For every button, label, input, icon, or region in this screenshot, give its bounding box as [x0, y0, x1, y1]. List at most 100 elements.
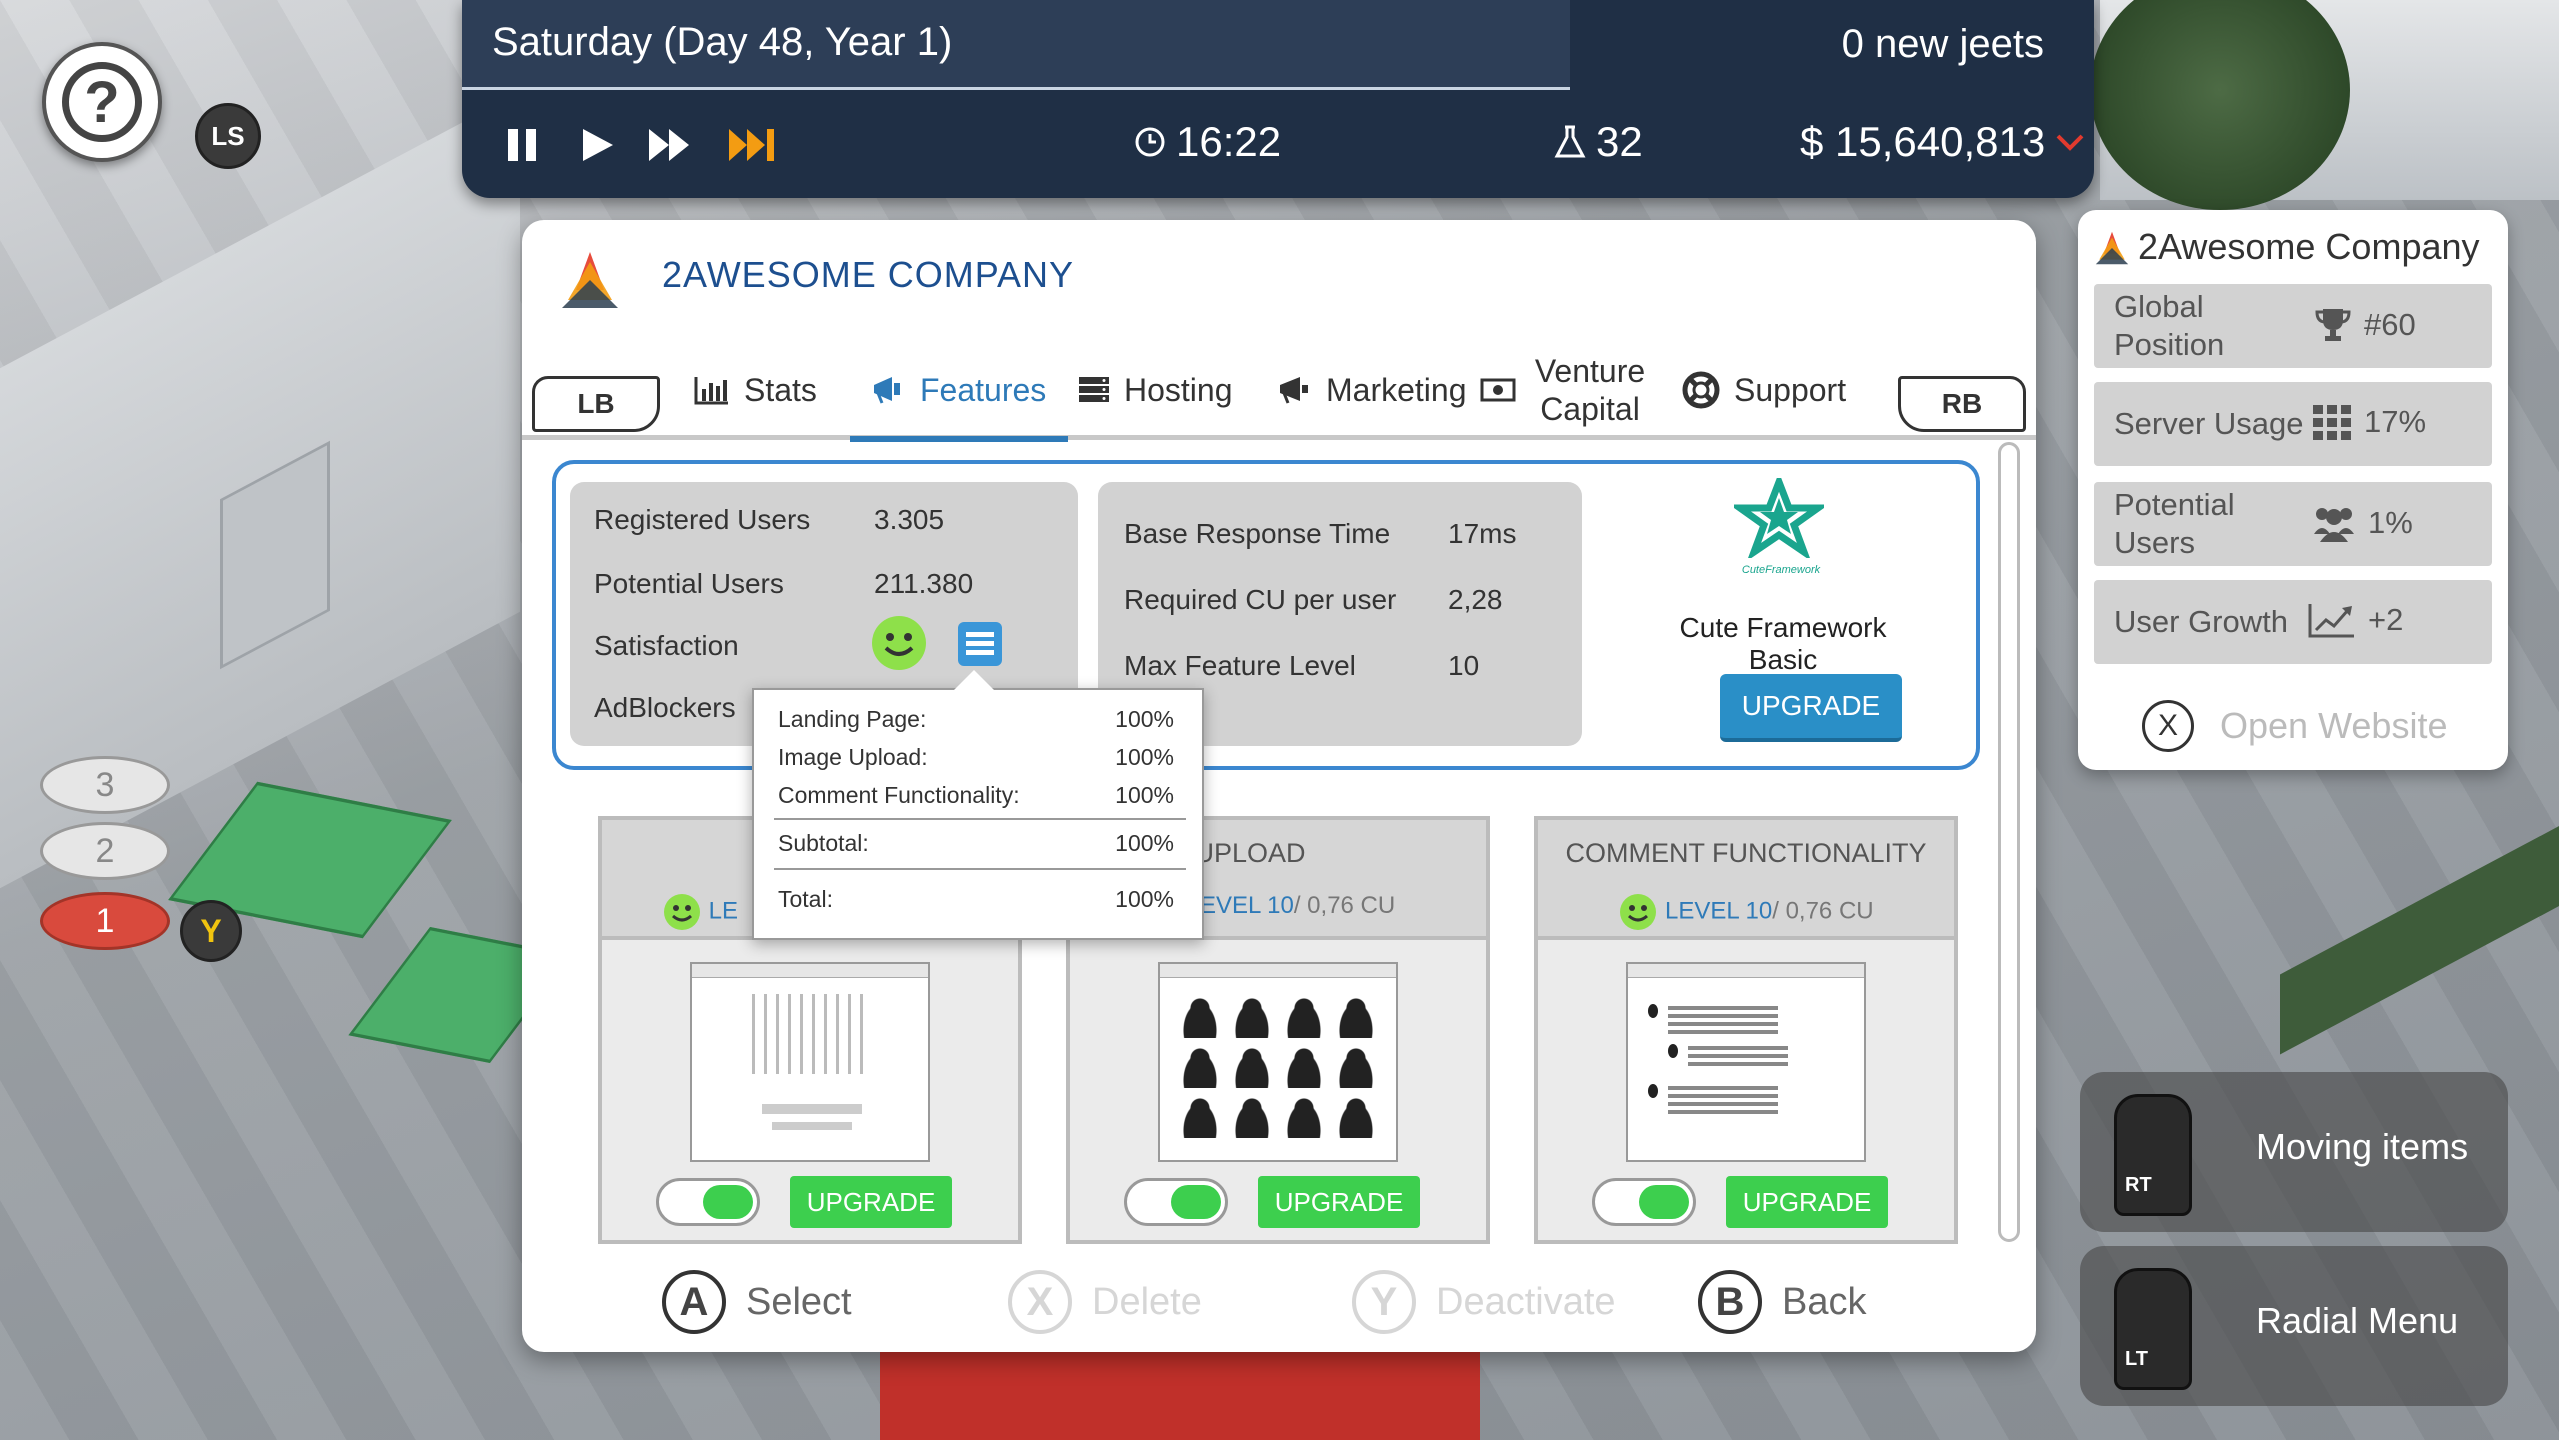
- back-action[interactable]: B Back: [1698, 1270, 1866, 1334]
- panel-scrollbar[interactable]: [1998, 442, 2020, 1242]
- fastest-forward-button[interactable]: [727, 120, 777, 170]
- fast-forward-button[interactable]: [647, 120, 691, 170]
- y-button-badge: Y: [180, 900, 242, 962]
- chevron-down-icon: [2056, 134, 2084, 151]
- global-position-value: #60: [2364, 307, 2416, 342]
- tab-hosting[interactable]: Hosting: [1078, 340, 1233, 440]
- feature-toggle[interactable]: [1592, 1178, 1696, 1226]
- toggle-knob: [1639, 1185, 1689, 1219]
- a-button-icon: A: [662, 1270, 726, 1334]
- feature-card-header: COMMENT FUNCTIONALITY LEVEL 10/ 0,76 CU: [1538, 820, 1954, 940]
- tooltip-row-label: Landing Page:: [778, 706, 927, 732]
- rt-trigger-label: RT: [2125, 1174, 2152, 1196]
- fastest-forward-icon: [729, 129, 774, 161]
- users-group-icon: [2314, 508, 2354, 542]
- tab-venture-capital-label: Venture Capital: [1534, 353, 1646, 427]
- new-jeets-count: 0 new jeets: [1841, 22, 2044, 66]
- feature-upgrade-button[interactable]: UPGRADE: [1258, 1176, 1420, 1228]
- list-icon: [966, 632, 994, 655]
- feature-card-comment-functionality[interactable]: COMMENT FUNCTIONALITY LEVEL 10/ 0,76 CU …: [1534, 816, 1958, 1244]
- feature-level: LE: [662, 892, 738, 932]
- tooltip-row-label: Comment Functionality:: [778, 782, 1020, 808]
- delete-action[interactable]: X Delete: [1008, 1270, 1202, 1334]
- growth-chart-icon: [2308, 604, 2354, 638]
- tab-stats[interactable]: Stats: [694, 340, 817, 440]
- satisfaction-details-button[interactable]: [958, 622, 1002, 666]
- feature-level-number: LE: [708, 897, 739, 925]
- tab-features[interactable]: Features: [872, 340, 1046, 440]
- floor-button-3[interactable]: 3: [40, 756, 170, 814]
- tab-hosting-label: Hosting: [1124, 371, 1233, 408]
- tab-features-label: Features: [920, 371, 1047, 408]
- deactivate-action-label: Deactivate: [1436, 1280, 1616, 1323]
- feature-upgrade-button[interactable]: UPGRADE: [790, 1176, 952, 1228]
- delete-action-label: Delete: [1092, 1280, 1202, 1323]
- tab-support[interactable]: Support: [1682, 340, 1846, 440]
- question-mark-icon: ?: [62, 62, 142, 142]
- user-growth-box: User Growth +2: [2094, 580, 2492, 664]
- potential-users-value: 211.380: [874, 568, 974, 599]
- b-button-icon: B: [1698, 1270, 1762, 1334]
- feature-title: COMMENT FUNCTIONALITY: [1565, 838, 1927, 868]
- adblockers-label: AdBlockers: [594, 692, 736, 723]
- tab-marketing[interactable]: Marketing: [1278, 340, 1467, 440]
- potential-users-box: Potential Users 1%: [2094, 482, 2492, 566]
- registered-users-value: 3.305: [874, 504, 945, 535]
- feature-toggle[interactable]: [1124, 1178, 1228, 1226]
- tab-venture-capital[interactable]: Venture Capital: [1480, 340, 1650, 440]
- feature-level-cost: / 0,76 CU: [1772, 897, 1874, 925]
- moving-items-hint[interactable]: RT Moving items: [2080, 1072, 2508, 1232]
- user-growth-value: +2: [2368, 602, 2404, 637]
- potential-users-label: Potential Users: [594, 568, 784, 599]
- rt-trigger-icon: RT: [2114, 1094, 2192, 1216]
- deactivate-action[interactable]: Y Deactivate: [1352, 1270, 1616, 1334]
- tab-marketing-label: Marketing: [1326, 371, 1467, 408]
- registered-users-label: Registered Users: [594, 504, 811, 535]
- active-tab-indicator: [850, 436, 1068, 442]
- feature-level-cost: / 0,76 CU: [1293, 892, 1396, 919]
- global-position-stat: #60: [2314, 306, 2416, 344]
- tooltip-subtotal-value: 100%: [1115, 830, 1174, 856]
- satisfaction-label: Satisfaction: [594, 630, 739, 661]
- feature-toggle[interactable]: [656, 1178, 760, 1226]
- tooltip-divider: [774, 868, 1186, 870]
- open-website-action[interactable]: X Open Website: [2142, 700, 2447, 752]
- company-panel: 2AWESOME COMPANY LB Stats Features Hosti…: [522, 220, 2036, 1352]
- toggle-knob: [1171, 1185, 1221, 1219]
- play-button[interactable]: [577, 120, 617, 170]
- feature-screenshot-comment-functionality: [1626, 962, 1866, 1162]
- lifebuoy-icon: [1682, 371, 1720, 409]
- happy-face-icon: [1620, 894, 1657, 930]
- fast-forward-icon: [649, 129, 689, 161]
- top-hud-bar: Saturday (Day 48, Year 1) 0 new jeets 16…: [462, 0, 2094, 198]
- floor-button-1[interactable]: 1: [40, 892, 170, 950]
- pause-button[interactable]: [502, 120, 542, 170]
- tooltip-total-label: Total:: [778, 886, 833, 912]
- tooltip-row-value: 100%: [1115, 706, 1174, 732]
- open-website-label: Open Website: [2220, 705, 2448, 746]
- happy-face-icon: [872, 616, 926, 670]
- feature-level: EVEL 10/ 0,76 CU: [1200, 892, 1395, 920]
- select-action[interactable]: A Select: [662, 1270, 852, 1334]
- satisfaction-tooltip: Landing Page: 100% Image Upload: 100% Co…: [752, 670, 1204, 940]
- tooltip-row-value: 100%: [1115, 782, 1174, 808]
- feature-upgrade-button[interactable]: UPGRADE: [1726, 1176, 1888, 1228]
- money-display[interactable]: $ 15,640,813: [1800, 118, 2085, 166]
- feature-screenshot-landing-page: [690, 962, 930, 1162]
- company-logo-icon: [562, 252, 618, 308]
- rb-button[interactable]: RB: [1898, 376, 2026, 432]
- floor-button-2[interactable]: 2: [40, 822, 170, 880]
- tooltip-total-value: 100%: [1115, 886, 1174, 912]
- help-button[interactable]: ?: [42, 42, 162, 162]
- tab-support-label: Support: [1734, 371, 1847, 408]
- lb-button[interactable]: LB: [532, 376, 660, 432]
- feature-level: LEVEL 10/ 0,76 CU: [1538, 892, 1954, 932]
- framework-upgrade-button[interactable]: UPGRADE: [1720, 674, 1902, 742]
- tooltip-subtotal-label: Subtotal:: [778, 830, 869, 856]
- tooltip-arrow: [954, 670, 994, 690]
- company-summary-panel: 2Awesome Company Global Position #60 Ser…: [2078, 210, 2508, 770]
- cute-framework-logo-icon: [1734, 478, 1824, 558]
- radial-menu-hint[interactable]: LT Radial Menu: [2080, 1246, 2508, 1406]
- game-clock: 16:22: [1134, 118, 1281, 166]
- grid-icon: [2313, 405, 2351, 440]
